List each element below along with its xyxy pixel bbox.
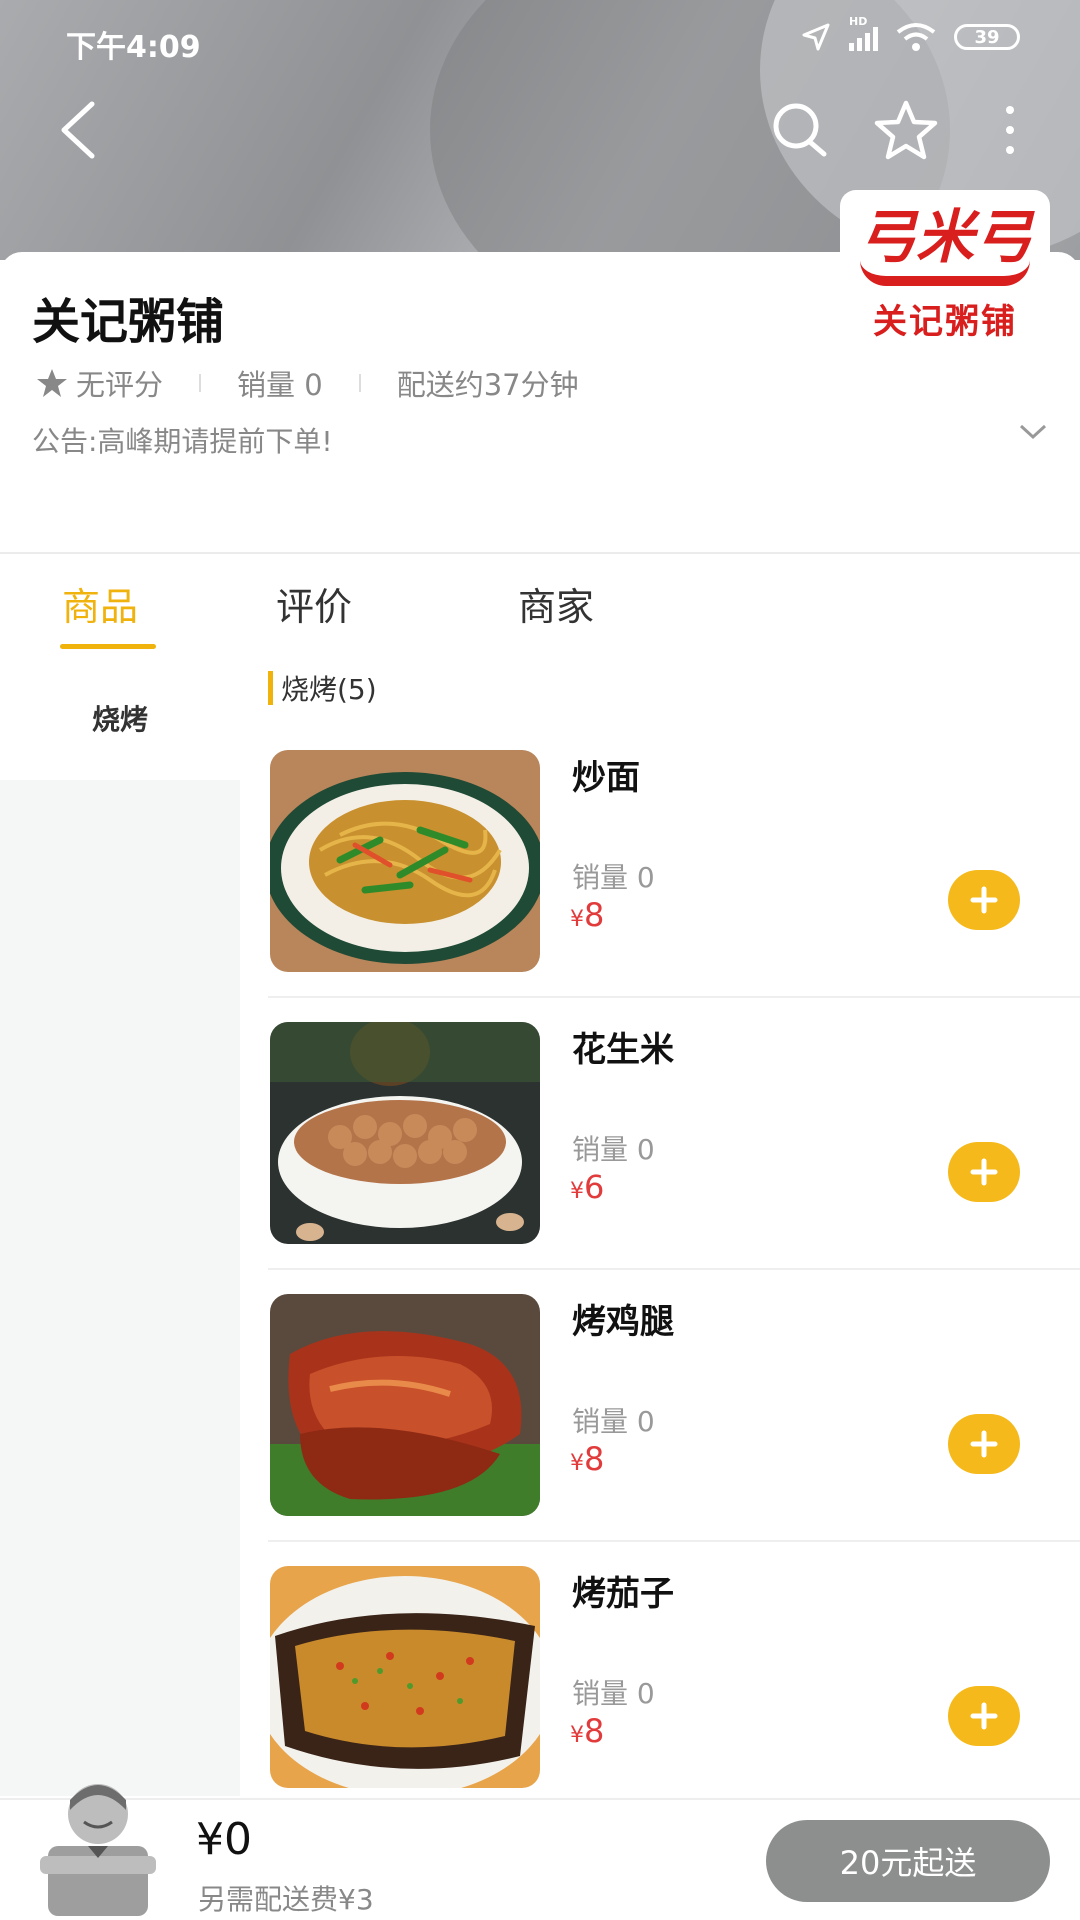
- location-icon: [802, 23, 830, 51]
- signal-icon: HD: [849, 15, 878, 51]
- product-name: 花生米: [572, 1030, 674, 1070]
- tab-products[interactable]: 商品: [62, 576, 138, 631]
- category-sidebar: 烧烤: [0, 656, 240, 1796]
- product-item[interactable]: 烤鸡腿 销量 0 ¥8: [268, 1294, 1080, 1566]
- status-icons: HD 39: [801, 15, 1020, 52]
- add-to-cart-button[interactable]: [948, 1686, 1020, 1746]
- product-name: 烤鸡腿: [572, 1302, 674, 1342]
- product-image-peanuts[interactable]: [270, 1022, 540, 1244]
- product-price: ¥8: [570, 1440, 604, 1478]
- wifi-icon: [896, 23, 936, 51]
- cart-icon[interactable]: [36, 1774, 160, 1920]
- product-image-fried-noodles[interactable]: [270, 750, 540, 972]
- item-divider: [268, 996, 1080, 998]
- category-item-bbq[interactable]: 烧烤: [0, 656, 240, 780]
- section-accent-bar: [268, 671, 273, 705]
- rating-star-icon: [37, 369, 67, 397]
- shop-delivery-time: 配送约37分钟: [396, 368, 579, 402]
- checkout-button[interactable]: 20元起送: [766, 1820, 1050, 1902]
- item-divider: [268, 1540, 1080, 1542]
- toolbar: [0, 90, 1080, 170]
- logo-text: 关记粥铺: [873, 301, 1017, 342]
- search-icon: [773, 103, 827, 157]
- product-image-roast-chicken-leg[interactable]: [270, 1294, 540, 1516]
- price-value: 8: [584, 1712, 605, 1750]
- cart-total: ¥0: [196, 1814, 252, 1865]
- more-vertical-icon: [1006, 106, 1014, 154]
- section-title: 烧烤(5): [268, 670, 377, 706]
- product-sales: 销量 0: [572, 1677, 655, 1710]
- logo-bowl: [860, 260, 1030, 286]
- product-sales: 销量 0: [572, 861, 655, 894]
- plus-icon: [970, 1702, 998, 1730]
- plus-icon: [970, 1430, 998, 1458]
- product-item[interactable]: 炒面 销量 0 ¥8: [268, 750, 1080, 1022]
- tab-reviews[interactable]: 评价: [276, 576, 352, 631]
- network-type: HD: [849, 15, 868, 28]
- meta-divider: [358, 374, 361, 392]
- currency-symbol: ¥: [570, 1723, 584, 1748]
- status-bar: 下午4:09 HD 39: [0, 0, 1080, 80]
- plus-icon: [970, 886, 998, 914]
- product-price: ¥8: [570, 1712, 604, 1750]
- favorite-button[interactable]: [866, 90, 946, 170]
- add-to-cart-button[interactable]: [948, 1414, 1020, 1474]
- status-time: 下午4:09: [66, 30, 201, 65]
- logo-mark: 弓米弓: [857, 202, 1032, 271]
- shop-rating: 无评分: [76, 368, 164, 402]
- add-to-cart-button[interactable]: [948, 1142, 1020, 1202]
- product-sales: 销量 0: [572, 1133, 655, 1166]
- product-sales: 销量 0: [572, 1405, 655, 1438]
- meta-divider: [199, 374, 202, 392]
- shop-name: 关记粥铺: [32, 294, 225, 350]
- item-divider: [268, 1268, 1080, 1270]
- product-price: ¥8: [570, 896, 604, 934]
- tab-bar: 商品 评价 商家: [0, 556, 1080, 656]
- chevron-down-icon[interactable]: [1018, 422, 1048, 442]
- divider: [0, 552, 1080, 554]
- section-title-text: 烧烤(5): [281, 673, 377, 706]
- price-value: 8: [584, 896, 605, 934]
- add-to-cart-button[interactable]: [948, 870, 1020, 930]
- search-button[interactable]: [760, 90, 840, 170]
- currency-symbol: ¥: [570, 1451, 584, 1476]
- more-button[interactable]: [970, 90, 1050, 170]
- shop-notice: 公告:高峰期请提前下单!: [32, 425, 333, 458]
- shop-sales: 销量 0: [237, 368, 323, 402]
- product-name: 烤茄子: [572, 1574, 674, 1614]
- shop-logo: 弓米弓 关记粥铺: [840, 190, 1050, 360]
- battery-indicator: 39: [954, 24, 1020, 50]
- back-button[interactable]: [38, 90, 118, 170]
- delivery-fee-note: 另需配送费¥3: [198, 1883, 374, 1916]
- price-value: 8: [584, 1440, 605, 1478]
- currency-symbol: ¥: [570, 1179, 584, 1204]
- star-icon: [874, 100, 938, 160]
- tab-merchant[interactable]: 商家: [518, 576, 594, 631]
- product-image-roast-eggplant[interactable]: [270, 1566, 540, 1788]
- currency-symbol: ¥: [570, 907, 584, 932]
- price-value: 6: [584, 1168, 605, 1206]
- cart-bar: ¥0 另需配送费¥3 20元起送: [0, 1784, 1080, 1920]
- shop-meta: 无评分 销量 0 配送约37分钟: [36, 362, 579, 404]
- product-price: ¥6: [570, 1168, 604, 1206]
- back-icon: [61, 101, 95, 159]
- plus-icon: [970, 1158, 998, 1186]
- product-item[interactable]: 花生米 销量 0 ¥6: [268, 1022, 1080, 1294]
- product-name: 炒面: [572, 758, 640, 798]
- tab-active-indicator: [60, 644, 156, 649]
